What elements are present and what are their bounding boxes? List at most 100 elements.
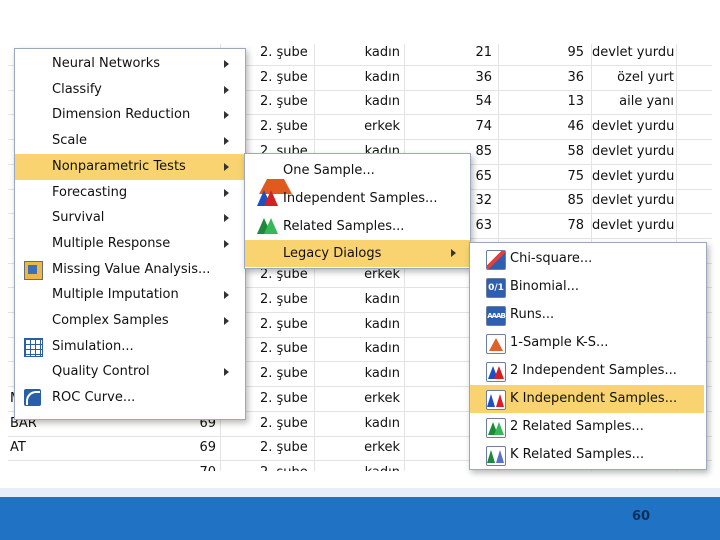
menu-item-k-related-samples[interactable]: K Related Samples... <box>470 441 704 469</box>
menu-item-roc-curve[interactable]: ROC Curve... <box>15 385 245 411</box>
table-cell-gender: erkek <box>364 390 400 406</box>
table-cell-sube: 2. şube <box>260 366 308 382</box>
table-cell-sube: 2. şube <box>260 69 308 85</box>
submenu-arrow-icon <box>224 85 229 94</box>
table-cell-sube: 2. şube <box>260 390 308 406</box>
table-cell-gender: kadın <box>364 292 400 307</box>
menu-item-complex-samples[interactable]: Complex Samples <box>15 308 245 334</box>
roc-curve-icon <box>24 389 41 407</box>
menu-item-label: K Independent Samples... <box>510 391 678 406</box>
menu-item-label: Dimension Reduction <box>52 107 191 123</box>
analyze-menu[interactable]: Neural Networks Classify Dimension Reducti… <box>14 48 246 420</box>
submenu-arrow-icon <box>224 111 229 120</box>
menu-item-legacy-dialogs[interactable]: Legacy Dialogs <box>245 240 470 267</box>
table-cell-a: 54 <box>475 94 492 110</box>
table-cell-sube: 2. şube <box>260 415 308 431</box>
table-cell-b: 95 <box>567 45 584 60</box>
table-cell-sube: 2. şube <box>260 461 320 471</box>
one-sample-ks-icon <box>486 334 506 354</box>
menu-item-binomial[interactable]: 0/1 Binomial... <box>470 273 704 301</box>
menu-item-label: K Related Samples... <box>510 447 645 462</box>
menu-item-missing-value-analysis[interactable]: Missing Value Analysis... <box>15 257 245 283</box>
table-cell-gender: erkek <box>364 119 400 135</box>
menu-item-nonparametric-tests[interactable]: Nonparametric Tests <box>15 153 245 180</box>
menu-item-label: Multiple Imputation <box>52 287 179 303</box>
menu-item-neural-networks[interactable]: Neural Networks <box>15 51 245 77</box>
chi-square-icon <box>486 250 506 270</box>
menu-item-one-sample[interactable]: One Sample... <box>245 157 470 194</box>
menu-item-label: Legacy Dialogs <box>283 246 382 261</box>
menu-item-k-independent-samples[interactable]: K Independent Samples... <box>470 385 704 413</box>
table-cell-sube: 2. şube <box>260 292 308 307</box>
menu-item-label: ROC Curve... <box>52 390 136 406</box>
submenu-arrow-icon <box>451 249 456 257</box>
menu-item-forecasting[interactable]: Forecasting <box>15 180 245 206</box>
submenu-arrow-icon <box>224 291 229 300</box>
table-cell-a: 74 <box>475 119 492 135</box>
menu-item-label: One Sample... <box>283 163 375 178</box>
k-related-samples-icon <box>486 446 506 466</box>
table-cell-sube: 2. şube <box>260 119 308 135</box>
table-cell-gender: kadın <box>364 341 400 357</box>
simulation-icon <box>24 337 43 357</box>
menu-item-multiple-imputation[interactable]: Multiple Imputation <box>15 282 245 308</box>
table-cell-gender: kadın <box>338 461 400 471</box>
submenu-arrow-icon <box>224 162 229 171</box>
table-cell-n: 70 <box>158 461 216 471</box>
table-cell-b: 46 <box>567 119 584 135</box>
k-independent-samples-icon <box>486 390 506 410</box>
table-cell-place: devlet yurdu <box>592 193 675 209</box>
runs-icon: AAAB <box>486 306 506 326</box>
menu-item-dimension-reduction[interactable]: Dimension Reduction <box>15 102 245 128</box>
table-cell-gender: kadın <box>364 69 400 85</box>
menu-item-chi-square[interactable]: Chi-square... <box>470 245 704 273</box>
menu-item-quality-control[interactable]: Quality Control <box>15 359 245 385</box>
menu-item-multiple-response[interactable]: Multiple Response <box>15 231 245 257</box>
menu-item-label: Independent Samples... <box>283 191 438 206</box>
menu-item-label: Binomial... <box>510 279 579 294</box>
menu-item-label: Missing Value Analysis... <box>52 261 211 277</box>
table-cell-b: 36 <box>567 69 584 85</box>
menu-item-classify[interactable]: Classify <box>15 77 245 103</box>
menu-item-label: Chi-square... <box>510 251 593 266</box>
submenu-arrow-icon <box>224 214 229 223</box>
nonparametric-tests-submenu[interactable]: One Sample... Independent Samples... Relat… <box>244 153 471 269</box>
legacy-dialogs-submenu[interactable]: Chi-square... 0/1 Binomial... AAAB Runs... 1-… <box>469 242 707 470</box>
menu-item-1-sample-k-s[interactable]: 1-Sample K-S... <box>470 329 704 357</box>
table-cell-n: 69 <box>199 440 216 456</box>
menu-item-related-samples[interactable]: Related Samples... <box>245 213 470 240</box>
table-cell-sube: 2. şube <box>260 316 308 332</box>
table-cell-place: devlet yurdu <box>592 119 675 135</box>
two-independent-samples-icon <box>486 362 506 382</box>
table-cell-b: 58 <box>567 143 584 159</box>
table-cell-place: devlet yurdu <box>592 168 675 184</box>
missing-value-icon <box>24 260 43 280</box>
menu-item-label: 2 Independent Samples... <box>510 363 677 378</box>
menu-item-2-independent-samples[interactable]: 2 Independent Samples... <box>470 357 704 385</box>
menu-item-simulation[interactable]: Simulation... <box>15 334 245 360</box>
two-related-samples-icon <box>486 418 506 438</box>
table-cell-b: 75 <box>567 168 584 184</box>
table-cell-gender: kadın <box>364 415 400 431</box>
submenu-arrow-icon <box>224 60 229 68</box>
menu-item-survival[interactable]: Survival <box>15 205 245 231</box>
menu-item-label: Classify <box>52 81 102 97</box>
menu-item-label: Neural Networks <box>52 56 161 71</box>
table-cell-sube: 2. şube <box>260 440 308 456</box>
table-cell-gender: erkek <box>364 440 400 456</box>
table-cell-a: 21 <box>475 45 492 60</box>
menu-item-runs[interactable]: AAAB Runs... <box>470 301 704 329</box>
menu-item-independent-samples[interactable]: Independent Samples... <box>245 185 470 212</box>
footer-divider <box>0 488 720 497</box>
related-samples-icon <box>257 218 278 235</box>
table-cell-name <box>10 461 70 471</box>
table-cell-gender: kadın <box>364 94 400 110</box>
menu-item-label: 2 Related Samples... <box>510 419 644 434</box>
menu-item-label: Multiple Response <box>52 235 171 251</box>
menu-item-label: Runs... <box>510 307 555 322</box>
menu-item-label: Complex Samples <box>52 313 169 328</box>
menu-item-scale[interactable]: Scale <box>15 128 245 154</box>
submenu-arrow-icon <box>224 368 229 377</box>
menu-item-label: Nonparametric Tests <box>52 158 186 174</box>
menu-item-2-related-samples[interactable]: 2 Related Samples... <box>470 413 704 441</box>
